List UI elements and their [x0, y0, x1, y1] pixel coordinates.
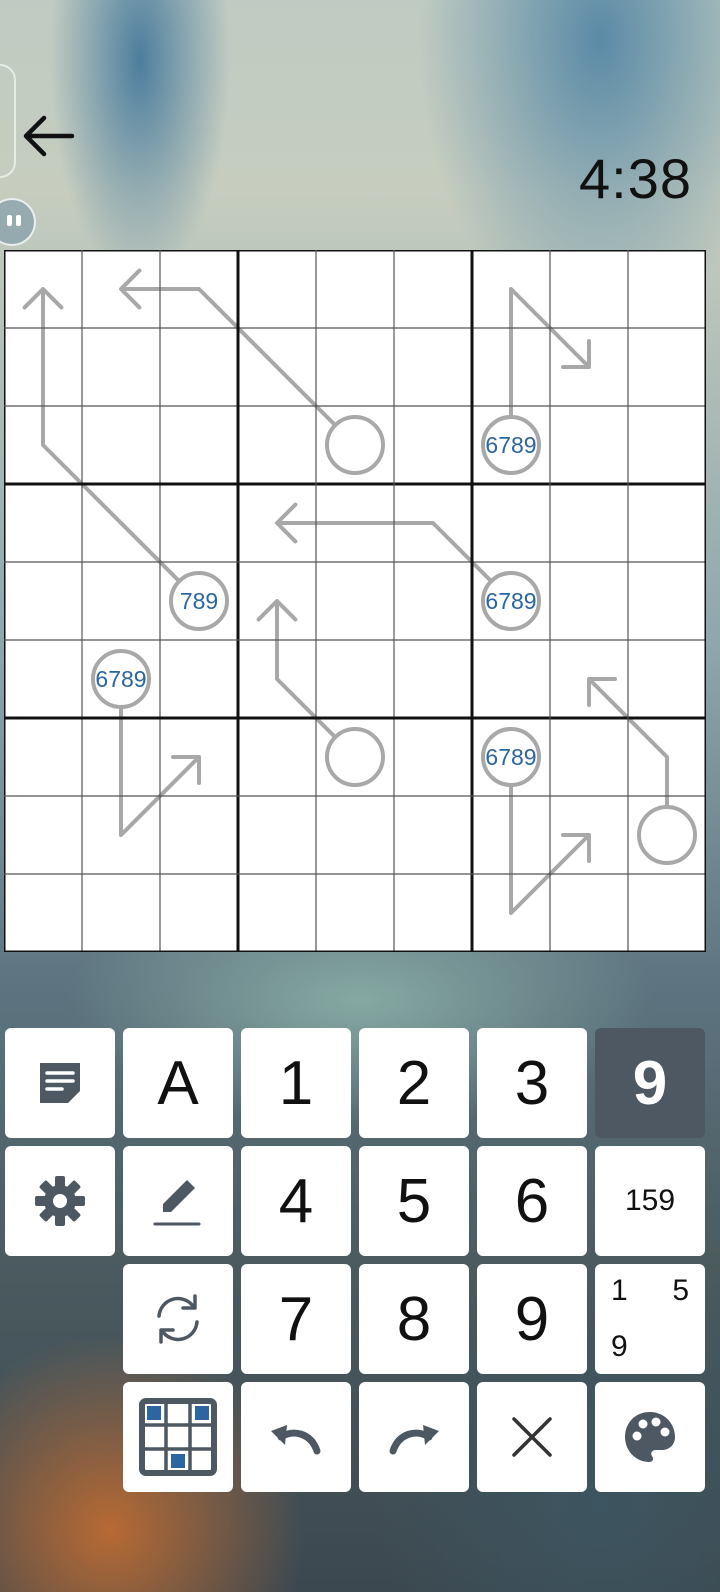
highlight-button[interactable]	[123, 1382, 233, 1492]
corner-note-tl: 1	[611, 1274, 628, 1307]
digit-4-button[interactable]: 4	[241, 1146, 351, 1256]
candidate-notes: 789	[180, 588, 218, 614]
close-icon	[512, 1417, 552, 1457]
undo-icon	[271, 1425, 321, 1455]
digit-7-button[interactable]: 7	[241, 1264, 351, 1374]
digit-8-button[interactable]: 8	[359, 1264, 469, 1374]
candidate-notes: 6789	[485, 432, 536, 458]
arrow-circle	[325, 727, 385, 787]
arrow-left-icon	[23, 115, 75, 157]
selected-digit-button[interactable]: 9	[595, 1028, 705, 1138]
pause-button[interactable]	[0, 198, 36, 246]
back-button[interactable]	[18, 110, 78, 162]
pencil-icon	[153, 1180, 201, 1226]
arrow-line	[41, 289, 181, 583]
digit-3-button[interactable]: 3	[477, 1028, 587, 1138]
top-bar: 4:38	[0, 0, 720, 250]
digit-9-button[interactable]: 9	[477, 1264, 587, 1374]
corner-note-tr: 5	[672, 1274, 689, 1307]
arrow-circle	[325, 415, 385, 475]
redo-icon	[389, 1425, 439, 1455]
pencil-button[interactable]	[123, 1146, 233, 1256]
clear-button[interactable]	[477, 1382, 587, 1492]
grid-highlight-icon	[139, 1398, 217, 1476]
digit-1-button[interactable]: 1	[241, 1028, 351, 1138]
candidate-notes: 6789	[95, 666, 146, 692]
color-palette-button[interactable]	[595, 1382, 705, 1492]
input-mode-button[interactable]: A	[123, 1028, 233, 1138]
timer: 4:38	[579, 147, 692, 210]
grid-lines	[4, 250, 706, 952]
corner-note-bl: 9	[611, 1330, 628, 1363]
candidate-notes: 6789	[485, 588, 536, 614]
undo-button[interactable]	[241, 1382, 351, 1492]
refresh-icon	[157, 1294, 199, 1344]
arrow-circle	[637, 805, 697, 865]
notes-button[interactable]	[5, 1028, 115, 1138]
arrow-line	[121, 287, 337, 427]
refresh-button[interactable]	[123, 1264, 233, 1374]
corner-note-button[interactable]: 1 5 9	[595, 1264, 705, 1374]
arrow-clues	[22, 268, 669, 915]
sudoku-board[interactable]: 6789 789 6789 6789 6789	[4, 250, 706, 952]
digit-6-button[interactable]: 6	[477, 1146, 587, 1256]
digit-2-button[interactable]: 2	[359, 1028, 469, 1138]
board-grid[interactable]: 6789 789 6789 6789 6789	[4, 250, 706, 952]
redo-button[interactable]	[359, 1382, 469, 1492]
pause-icon	[7, 215, 12, 226]
note-icon	[40, 1063, 80, 1103]
candidate-notes: 6789	[485, 744, 536, 770]
center-note-button[interactable]: 159	[595, 1146, 705, 1256]
digit-5-button[interactable]: 5	[359, 1146, 469, 1256]
side-drawer-handle[interactable]	[0, 64, 16, 178]
arrow-line	[277, 521, 493, 583]
palette-icon	[625, 1412, 675, 1462]
gear-icon	[35, 1176, 85, 1226]
settings-button[interactable]	[5, 1146, 115, 1256]
